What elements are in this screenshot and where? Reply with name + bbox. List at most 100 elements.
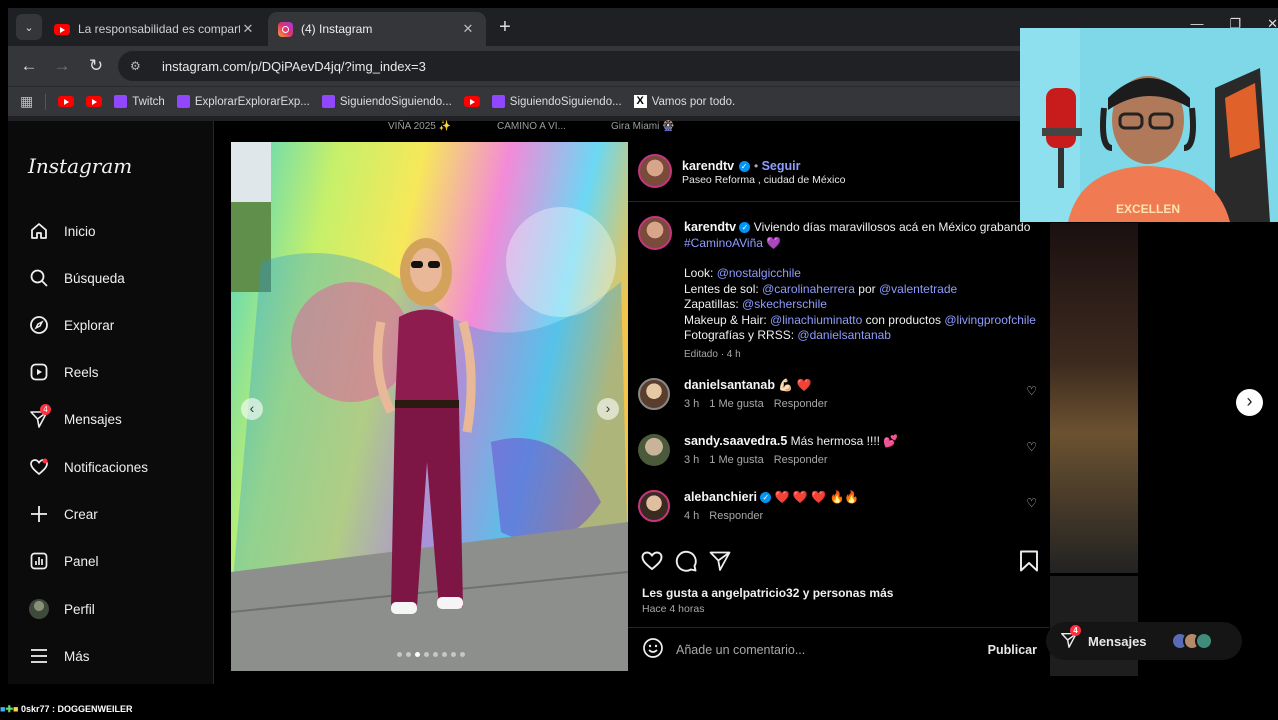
sidebar-item-busqueda[interactable]: Búsqueda [28, 267, 125, 289]
sidebar-item-perfil[interactable]: Perfil [28, 598, 95, 620]
sidebar-item-reels[interactable]: Reels [28, 361, 99, 383]
bookmark-youtube-1[interactable] [58, 96, 75, 107]
comment-username[interactable]: sandy.saavedra.5 [684, 434, 787, 448]
tab-youtube[interactable]: La responsabilidad es comparti ✕ [44, 12, 266, 46]
bookmark-label: SiguiendoSiguiendo... [509, 95, 622, 108]
author-username[interactable]: karendtv [682, 159, 734, 173]
webcam-overlay: EXCELLEN [1020, 28, 1278, 222]
caption-hashtag[interactable]: #CaminoAViña [684, 236, 763, 250]
comment-avatar[interactable] [638, 378, 670, 410]
bookmark-youtube-3[interactable] [463, 96, 480, 107]
credit-text: con productos [862, 312, 945, 327]
search-icon [28, 267, 50, 289]
messages-pill[interactable]: 4 Mensajes [1046, 622, 1242, 660]
emoji-icon[interactable] [642, 637, 664, 662]
forward-button[interactable]: → [51, 55, 73, 77]
bookmark-siguiendo-1[interactable]: SiguiendoSiguiendo... [321, 95, 452, 108]
post-image[interactable]: ‹ › [231, 142, 628, 671]
bookmark-explorar[interactable]: ExplorarExplorarExp... [176, 95, 310, 108]
caption-avatar[interactable] [638, 216, 672, 250]
url-text: instagram.com/p/DQiPAevD4jq/?img_index=3 [162, 58, 426, 74]
mention-link[interactable]: @nostalgicchile [717, 266, 801, 280]
carousel-dot [415, 652, 420, 657]
compass-icon [28, 314, 50, 336]
caption-username[interactable]: karendtv [684, 220, 736, 234]
credit-label: Zapatillas: [684, 297, 739, 311]
comment-avatar[interactable] [638, 434, 670, 466]
sidebar-item-mensajes[interactable]: 4 Mensajes [28, 404, 122, 430]
reply-button[interactable]: Responder [709, 510, 763, 522]
bookmark-twitch[interactable]: Twitch [114, 95, 165, 108]
comment-likes[interactable]: 1 Me gusta [709, 398, 763, 410]
reply-button[interactable]: Responder [774, 398, 828, 410]
like-comment-icon[interactable]: ♡ [1026, 384, 1037, 398]
publish-button[interactable]: Publicar [988, 643, 1037, 657]
bookmark-siguiendo-2[interactable]: SiguiendoSiguiendo... [491, 95, 622, 108]
comment-icon[interactable] [674, 549, 698, 578]
close-tab-icon[interactable]: ✕ [240, 21, 256, 37]
sidebar-item-label: Notificaciones [64, 459, 149, 475]
tab-search-button[interactable]: ⌄ [16, 14, 42, 40]
credit-label: Fotografías y RRSS: [684, 328, 795, 342]
highlight-label: CAMINO A VI... [497, 121, 566, 132]
mention-link[interactable]: @valentetrade [879, 282, 957, 296]
comment-input[interactable]: Añade un comentario... [676, 643, 805, 657]
comment-likes[interactable]: 1 Me gusta [709, 454, 763, 466]
new-tab-button[interactable]: + [494, 16, 516, 39]
comment-username[interactable]: alebanchieri [684, 490, 757, 504]
chat-badge-icon: ■ [12, 704, 19, 714]
follow-button[interactable]: Seguir [762, 159, 801, 173]
mention-link[interactable]: @danielsantanab [797, 328, 891, 342]
message-avatars [1170, 632, 1213, 650]
carousel-prev-button[interactable]: ‹ [241, 398, 263, 420]
carousel-dot [442, 652, 447, 657]
share-icon[interactable] [708, 549, 732, 578]
sidebar-item-mas[interactable]: Más [28, 645, 90, 667]
comment-avatar[interactable] [638, 490, 670, 522]
save-icon[interactable] [1018, 549, 1040, 578]
mention-link[interactable]: @carolinaherrera [762, 282, 855, 296]
highlight-label: Gira Miami 🎡 [611, 121, 675, 132]
likes-summary[interactable]: Les gusta a angelpatricio32 y personas m… [642, 586, 893, 600]
sidebar-item-notificaciones[interactable]: Notificaciones [28, 456, 148, 478]
chat-badge-icon: ✚ [5, 704, 13, 714]
mention-link[interactable]: @skecherschile [742, 297, 827, 311]
mention-link[interactable]: @linachiuminatto [770, 313, 862, 327]
instagram-logo[interactable]: Instagram [28, 154, 132, 178]
sidebar-item-label: Más [64, 648, 90, 664]
caption-credits: Look: @nostalgicchile Lentes de sol: @car… [684, 266, 1044, 344]
sidebar-item-inicio[interactable]: Inicio [28, 220, 96, 242]
bookmark-youtube-2[interactable] [86, 96, 103, 107]
carousel-next-button[interactable]: › [597, 398, 619, 420]
youtube-icon [54, 23, 70, 35]
sidebar-item-explorar[interactable]: Explorar [28, 314, 114, 336]
credit-text: por [854, 281, 879, 296]
close-tab-icon[interactable]: ✕ [460, 21, 476, 37]
like-icon[interactable] [640, 549, 664, 578]
comment-time: 3 h [684, 454, 700, 466]
home-icon [28, 220, 50, 242]
carousel-dot [451, 652, 456, 657]
sidebar-item-crear[interactable]: Crear [28, 503, 98, 525]
mention-link[interactable]: @livingproofchile [944, 313, 1036, 327]
post-location[interactable]: Paseo Reforma , ciudad de México [682, 174, 845, 186]
x-icon: X [633, 95, 647, 108]
tab-instagram[interactable]: (4) Instagram ✕ [268, 12, 486, 46]
comment-username[interactable]: danielsantanab [684, 378, 775, 392]
apps-grid-icon[interactable]: ▦ [20, 93, 33, 110]
like-comment-icon[interactable]: ♡ [1026, 496, 1037, 510]
reply-button[interactable]: Responder [774, 454, 828, 466]
sidebar-item-label: Reels [64, 364, 99, 380]
next-post-button[interactable]: › [1236, 389, 1263, 416]
sidebar-item-panel[interactable]: Panel [28, 550, 99, 572]
caption-credit-line: Fotografías y RRSS: @danielsantanab [684, 328, 1044, 344]
divider [45, 93, 47, 110]
reload-button[interactable]: ↻ [85, 55, 107, 77]
author-avatar[interactable] [638, 154, 672, 188]
bookmark-x[interactable]: X Vamos por todo. [633, 95, 735, 108]
back-button[interactable]: ← [18, 55, 40, 77]
tab-title: (4) Instagram [301, 22, 373, 36]
twitch-icon [321, 95, 335, 108]
site-info-icon[interactable]: ⚙ [130, 59, 148, 73]
like-comment-icon[interactable]: ♡ [1026, 440, 1037, 454]
